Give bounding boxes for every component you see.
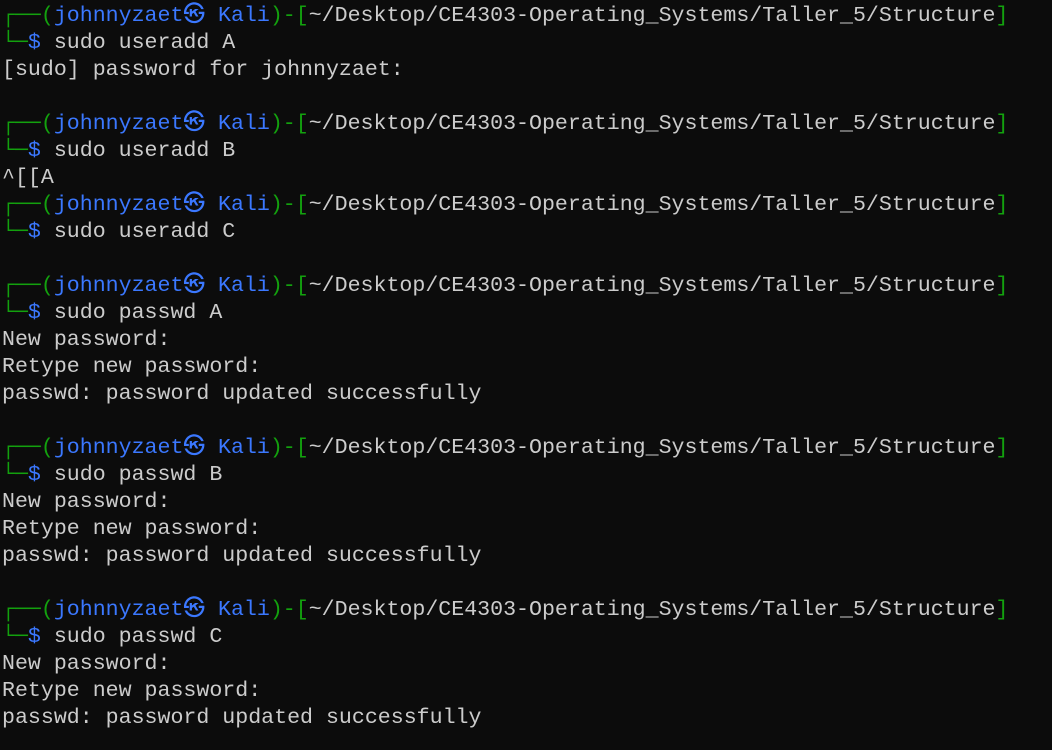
output-line: New password: (2, 328, 171, 352)
prompt-separator: )-[ (269, 274, 309, 298)
output-line: ^[[A (2, 166, 54, 190)
command-text: sudo passwd B (40, 463, 223, 487)
command-text: sudo useradd B (40, 139, 236, 163)
prompt-dollar: $ (27, 139, 41, 163)
command-line: └─$ sudo useradd B (2, 138, 1008, 165)
prompt-user-host: johnnyzaet㉿ Kali (53, 274, 270, 298)
prompt-line: ┌──(johnnyzaet㉿ Kali)-[~/Desktop/CE4303-… (2, 435, 1008, 462)
prompt-bracket: ] (995, 112, 1009, 136)
prompt-bracket: ] (995, 436, 1009, 460)
command-line: └─$ sudo useradd C (2, 219, 1008, 246)
prompt-line: ┌──(johnnyzaet㉿ Kali)-[~/Desktop/CE4303-… (2, 3, 1008, 30)
output-line: [sudo] password for johnnyzaet: (2, 58, 404, 82)
prompt-path: ~/Desktop/CE4303-Operating_Systems/Talle… (308, 193, 996, 217)
prompt-bracket: ] (995, 193, 1009, 217)
prompt-separator: )-[ (269, 193, 309, 217)
prompt-path: ~/Desktop/CE4303-Operating_Systems/Talle… (308, 598, 996, 622)
output-line: New password: (2, 490, 171, 514)
prompt-frame: └─ (2, 463, 28, 487)
prompt-frame: └─ (2, 139, 28, 163)
command-line: └─$ sudo useradd A (2, 30, 1008, 57)
prompt-user-host: johnnyzaet㉿ Kali (53, 112, 270, 136)
command-text: sudo useradd C (40, 220, 236, 244)
prompt-user-host: johnnyzaet㉿ Kali (53, 436, 270, 460)
prompt-bracket: ] (995, 274, 1009, 298)
command-line: └─$ sudo passwd C (2, 624, 1008, 651)
output-line: Retype new password: (2, 679, 262, 703)
prompt-line: ┌──(johnnyzaet㉿ Kali)-[~/Desktop/CE4303-… (2, 597, 1008, 624)
prompt-frame: ┌──( (2, 112, 54, 136)
prompt-frame: └─ (2, 625, 28, 649)
prompt-frame: └─ (2, 220, 28, 244)
command-line: └─$ sudo passwd A (2, 300, 1008, 327)
command-text: sudo passwd A (40, 301, 223, 325)
prompt-dollar: $ (27, 463, 41, 487)
prompt-frame: └─ (2, 301, 28, 325)
prompt-path: ~/Desktop/CE4303-Operating_Systems/Talle… (308, 112, 996, 136)
output-line: Retype new password: (2, 517, 262, 541)
prompt-user-host: johnnyzaet㉿ Kali (53, 4, 270, 28)
prompt-bracket: ] (995, 4, 1009, 28)
prompt-dollar: $ (27, 625, 41, 649)
command-line: └─$ sudo passwd B (2, 462, 1008, 489)
prompt-user-host: johnnyzaet㉿ Kali (53, 193, 270, 217)
command-text: sudo useradd A (40, 31, 236, 55)
terminal-output[interactable]: ┌──(johnnyzaet㉿ Kali)-[~/Desktop/CE4303-… (2, 3, 1008, 732)
prompt-frame: ┌──( (2, 4, 54, 28)
prompt-separator: )-[ (269, 4, 309, 28)
prompt-path: ~/Desktop/CE4303-Operating_Systems/Talle… (308, 4, 996, 28)
prompt-line: ┌──(johnnyzaet㉿ Kali)-[~/Desktop/CE4303-… (2, 111, 1008, 138)
prompt-frame: ┌──( (2, 598, 54, 622)
prompt-path: ~/Desktop/CE4303-Operating_Systems/Talle… (308, 274, 996, 298)
prompt-bracket: ] (995, 598, 1009, 622)
output-line: New password: (2, 652, 171, 676)
prompt-frame: ┌──( (2, 274, 54, 298)
command-text: sudo passwd C (40, 625, 223, 649)
output-line: passwd: password updated successfully (2, 382, 482, 406)
output-line: passwd: password updated successfully (2, 706, 482, 730)
prompt-dollar: $ (27, 301, 41, 325)
prompt-line: ┌──(johnnyzaet㉿ Kali)-[~/Desktop/CE4303-… (2, 192, 1008, 219)
prompt-frame: ┌──( (2, 193, 54, 217)
prompt-separator: )-[ (269, 598, 309, 622)
prompt-dollar: $ (27, 220, 41, 244)
prompt-user-host: johnnyzaet㉿ Kali (53, 598, 270, 622)
prompt-line: ┌──(johnnyzaet㉿ Kali)-[~/Desktop/CE4303-… (2, 273, 1008, 300)
output-line: passwd: password updated successfully (2, 544, 482, 568)
prompt-separator: )-[ (269, 436, 309, 460)
output-line: Retype new password: (2, 355, 262, 379)
prompt-path: ~/Desktop/CE4303-Operating_Systems/Talle… (308, 436, 996, 460)
prompt-dollar: $ (27, 31, 41, 55)
prompt-separator: )-[ (269, 112, 309, 136)
prompt-frame: ┌──( (2, 436, 54, 460)
prompt-frame: └─ (2, 31, 28, 55)
